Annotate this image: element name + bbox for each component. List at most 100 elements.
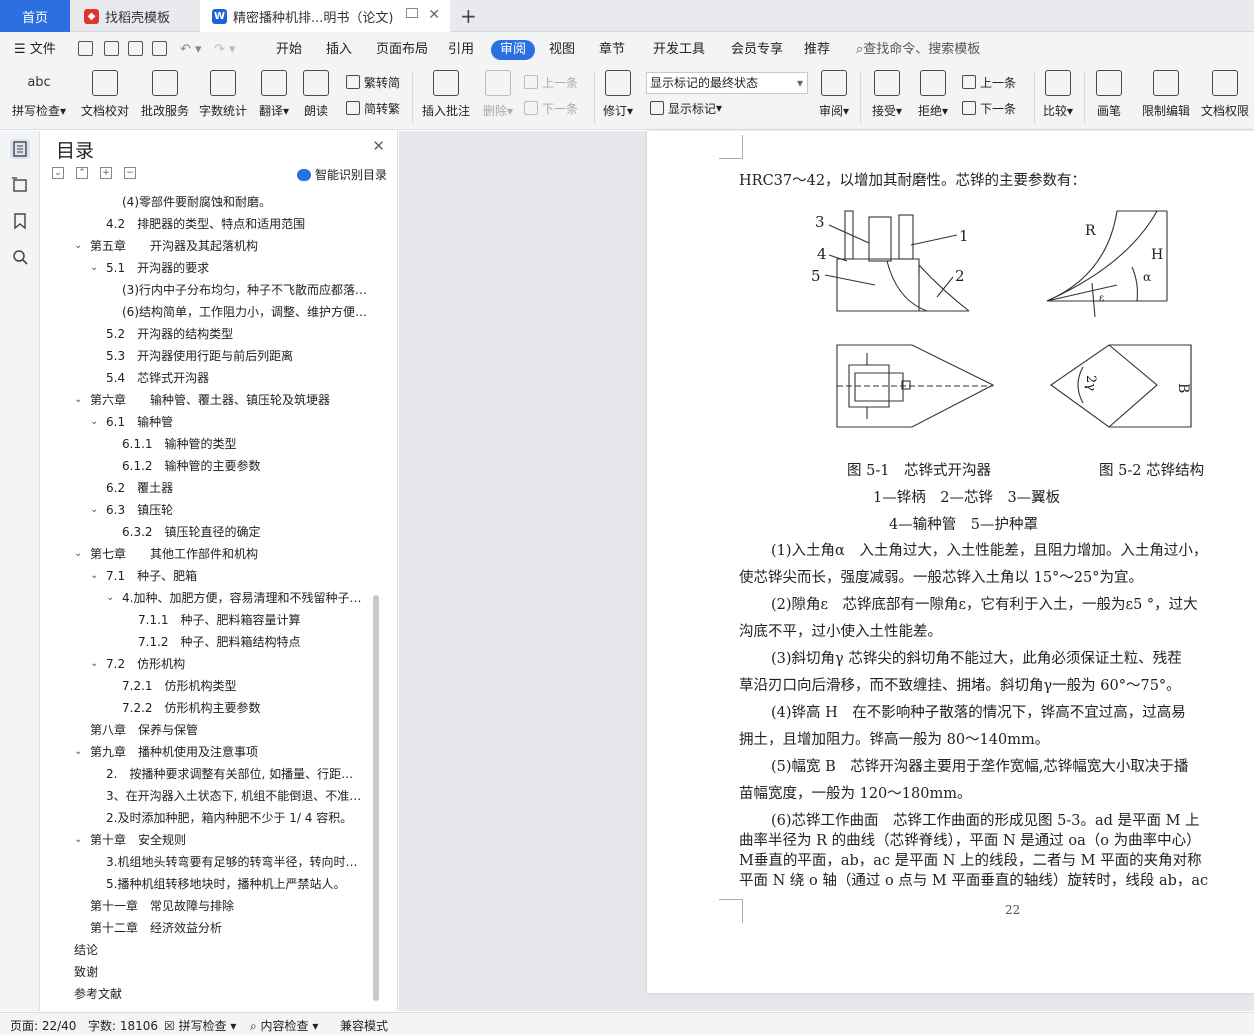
menu-9[interactable]: 推荐 [804,40,830,60]
toc-item[interactable]: 参考文献 [48,983,373,1005]
prev-comment-button[interactable]: 上一条 [524,72,578,92]
chevron-down-icon[interactable]: ⌄ [74,741,82,763]
new-tab-icon[interactable]: + [460,4,477,28]
spell-check-status[interactable]: ☒ 拼写检查 ▾ [164,1017,236,1034]
toc-item[interactable]: 5.播种机组转移地块时，播种机上严禁站人。 [48,873,373,895]
compare-button[interactable]: 比较▾ [1038,70,1078,119]
menu-6[interactable]: 章节 [599,40,625,60]
toc-item[interactable]: 7.2.2 仿形机构主要参数 [48,697,373,719]
document-page[interactable]: HRC37～42，以增加其耐磨性。芯铧的主要参数有： 3 4 5 1 2 R H… [647,131,1254,993]
chevron-down-icon[interactable]: ⌄ [90,257,98,279]
restrict-edit-button[interactable]: 限制编辑 [1138,70,1194,119]
chevron-down-icon[interactable]: ⌄ [74,829,82,851]
search-icon[interactable] [10,247,30,267]
toc-item[interactable]: ⌄ 第十章 安全规则 [48,829,373,851]
toc-icon[interactable] [10,139,30,159]
read-aloud-button[interactable]: 朗读 [298,70,334,119]
toc-item[interactable]: 5.4 芯铧式开沟器 [48,367,373,389]
toc-item[interactable]: ⌄ 6.3 镇压轮 [48,499,373,521]
spell-check-button[interactable]: abc 拼写检查▾ [8,70,70,119]
toc-item[interactable]: (3)行内中子分布均匀，种子不飞散而应都落… [48,279,373,301]
chevron-down-icon[interactable]: ⌄ [106,587,114,609]
chevron-down-icon[interactable]: ⌄ [74,389,82,411]
insert-comment-button[interactable]: 插入批注 [418,70,474,119]
toc-item[interactable]: ⌄ 4.加种、加肥方便，容易清理和不残留种子… [48,587,373,609]
toc-item[interactable]: 6.3.2 镇压轮直径的确定 [48,521,373,543]
smart-toc-button[interactable]: 智能识别目录 [296,166,387,183]
tab-document[interactable]: W 精密播种机排...明书（论文) ✕ [200,0,450,32]
toc-item[interactable]: 致谢 [48,961,373,983]
toc-item[interactable]: 3、在开沟器入土状态下, 机组不能倒退、不准… [48,785,373,807]
chevron-down-icon[interactable]: ⌄ [90,565,98,587]
markup-state-select[interactable]: 显示标记的最终状态 [646,72,808,94]
chapter-nav-icon[interactable] [10,175,30,195]
menu-4[interactable]: 审阅 [491,40,536,60]
track-changes-button[interactable]: 修订▾ [598,70,638,119]
proof-service-button[interactable]: 批改服务 [138,70,192,119]
chevron-down-icon[interactable]: ⌄ [90,499,98,521]
menu-3[interactable]: 引用 [448,40,474,60]
toc-item[interactable]: ⌄ 7.1 种子、肥箱 [48,565,373,587]
word-count-status[interactable]: 字数: 18106 [88,1017,158,1034]
toc-item[interactable]: 7.1.2 种子、肥料箱结构特点 [48,631,373,653]
collapse-all-icon[interactable]: ⌄ [52,167,64,179]
page-indicator[interactable]: 页面: 22/40 [10,1017,76,1034]
toc-item[interactable]: 3.机组地头转弯要有足够的转弯半径，转向时… [48,851,373,873]
toc-item[interactable]: 2.及时添加种肥，箱内种肥不少于 1/ 4 容积。 [48,807,373,829]
save-icon[interactable] [78,41,93,56]
word-count-button[interactable]: 字数统计 [196,70,250,119]
menu-2[interactable]: 页面布局 [376,40,428,60]
toc-item[interactable]: 6.1.2 输种管的主要参数 [48,455,373,477]
print-icon[interactable] [128,41,143,56]
chevron-down-icon[interactable]: ⌄ [74,235,82,257]
translate-button[interactable]: 翻译▾ [254,70,294,119]
toc-item[interactable]: ⌄ 第五章 开沟器及其起落机构 [48,235,373,257]
chevron-down-icon[interactable]: ⌄ [90,411,98,433]
expand-up-icon[interactable]: ⌃ [76,167,88,179]
toc-item[interactable]: ⌄ 第七章 其他工作部件和机构 [48,543,373,565]
toc-item[interactable]: 第八章 保养与保管 [48,719,373,741]
undo-icon[interactable]: ↶ ▾ [180,40,202,60]
toc-item[interactable]: ⌄ 第九章 播种机使用及注意事项 [48,741,373,763]
tab-template[interactable]: ◆ 找稻壳模板 [72,0,200,32]
toc-item[interactable]: ⌄ 5.1 开沟器的要求 [48,257,373,279]
bookmark-icon[interactable] [10,211,30,231]
trad-to-simp-button[interactable]: 繁转简 [346,72,400,92]
content-check-status[interactable]: ⌕ 内容检查 ▾ [250,1017,318,1034]
toc-item[interactable]: ⌄ 6.1 输种管 [48,411,373,433]
review-pane-button[interactable]: 审阅▾ [814,70,854,119]
add-heading-icon[interactable]: + [100,167,112,179]
toc-item[interactable]: (4)零部件要耐腐蚀和耐磨。 [48,191,373,213]
print-preview-icon[interactable] [152,41,167,56]
toc-item[interactable]: 7.2.1 仿形机构类型 [48,675,373,697]
command-search[interactable]: ⌕查找命令、搜索模板 [856,40,980,60]
toc-scrollbar[interactable] [373,595,379,1001]
show-markup-button[interactable]: 显示标记 ▾ [650,98,722,118]
doc-proof-button[interactable]: 文档校对 [78,70,132,119]
toc-item[interactable]: (6)结构简单，工作阻力小，调整、维护方便… [48,301,373,323]
next-comment-button[interactable]: 下一条 [524,98,578,118]
menu-0[interactable]: 开始 [276,40,302,60]
toc-item[interactable]: 5.3 开沟器使用行距与前后列距离 [48,345,373,367]
toc-item[interactable]: 6.2 覆土器 [48,477,373,499]
menu-8[interactable]: 会员专享 [731,40,783,60]
redo-icon[interactable]: ↷ ▾ [214,40,236,60]
toc-item[interactable]: 2. 按播种要求调整有关部位, 如播量、行距… [48,763,373,785]
menu-file[interactable]: ☰ 文件 [14,40,56,60]
menu-5[interactable]: 视图 [549,40,575,60]
tab-home[interactable]: 首页 [0,0,70,32]
toc-item[interactable]: 第十一章 常见故障与排除 [48,895,373,917]
toc-item[interactable]: 结论 [48,939,373,961]
remove-heading-icon[interactable]: − [124,167,136,179]
toc-item[interactable]: ⌄ 第六章 输种管、覆土器、镇压轮及筑埂器 [48,389,373,411]
doc-permission-button[interactable]: 文档权限 [1198,70,1252,119]
menu-7[interactable]: 开发工具 [653,40,705,60]
close-icon[interactable]: ✕ [372,137,385,155]
menu-1[interactable]: 插入 [326,40,352,60]
toc-item[interactable]: 第十二章 经济效益分析 [48,917,373,939]
accept-button[interactable]: 接受▾ [866,70,908,119]
tab-close-icon[interactable]: ✕ [428,7,440,23]
reject-button[interactable]: 拒绝▾ [912,70,954,119]
toc-item[interactable]: 4.2 排肥器的类型、特点和适用范围 [48,213,373,235]
delete-comment-button[interactable]: 删除▾ [478,70,518,119]
